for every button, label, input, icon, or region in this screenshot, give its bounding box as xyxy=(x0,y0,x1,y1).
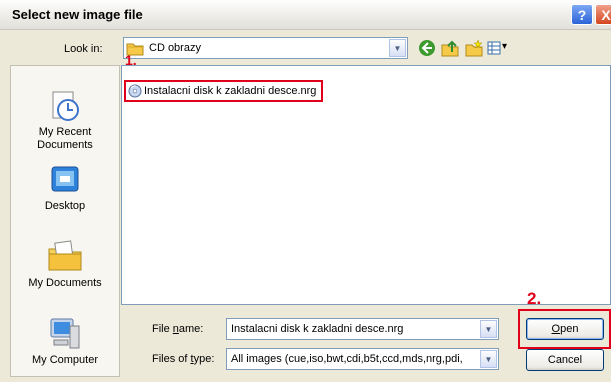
file-name: Instalacni disk k zakladni desce.nrg xyxy=(144,85,317,97)
disc-image-icon xyxy=(128,84,142,98)
my-computer-icon xyxy=(50,318,80,349)
files-of-type-value: All images (cue,iso,bwt,cdi,b5t,ccd,mds,… xyxy=(231,353,463,365)
place-my-computer[interactable]: My Computer xyxy=(11,316,119,367)
file-name-value: Instalacni disk k zakladni desce.nrg xyxy=(231,323,404,335)
recent-documents-icon xyxy=(52,91,79,121)
places-bar: My Recent Documents Desktop My Documents xyxy=(10,65,120,377)
chevron-down-icon[interactable]: ▼ xyxy=(389,39,406,57)
place-label: My Recent Documents xyxy=(37,126,93,151)
look-in-value: CD obrazy xyxy=(149,42,201,54)
chevron-down-icon[interactable]: ▼ xyxy=(480,350,497,368)
new-folder-icon[interactable] xyxy=(465,39,483,57)
close-button[interactable]: X xyxy=(595,4,611,25)
step-2-marker: 2. xyxy=(527,289,542,308)
up-folder-icon[interactable] xyxy=(441,39,459,57)
step-1-marker: 1. xyxy=(125,52,137,68)
place-my-recent-documents[interactable]: My Recent Documents xyxy=(11,90,119,152)
chevron-down-icon[interactable]: ▼ xyxy=(480,320,497,338)
place-my-documents[interactable]: My Documents xyxy=(11,239,119,290)
dialog-title: Select new image file xyxy=(12,7,143,22)
title-bar[interactable]: Select new image file ? X xyxy=(0,0,611,30)
my-documents-icon xyxy=(48,240,82,271)
file-name-input[interactable]: Instalacni disk k zakladni desce.nrg ▼ xyxy=(226,318,499,340)
file-item[interactable]: Instalacni disk k zakladni desce.nrg xyxy=(124,80,324,102)
place-label: Desktop xyxy=(44,200,86,212)
files-of-type-label: Files of type: xyxy=(152,353,215,365)
place-label: My Documents xyxy=(28,277,102,289)
cancel-button[interactable]: Cancel xyxy=(526,349,604,371)
help-button[interactable]: ? xyxy=(571,4,593,25)
back-icon[interactable] xyxy=(418,39,436,57)
file-name-label: File name: xyxy=(152,323,204,335)
place-label: My Computer xyxy=(31,354,99,366)
look-in-dropdown[interactable]: CD obrazy ▼ xyxy=(123,37,408,59)
place-desktop[interactable]: Desktop xyxy=(11,164,119,213)
desktop-icon xyxy=(51,166,79,192)
open-button[interactable]: Open xyxy=(526,318,604,340)
select-image-dialog: Select new image file ? X Look in: CD ob… xyxy=(0,0,611,382)
file-list[interactable]: Instalacni disk k zakladni desce.nrg xyxy=(121,65,611,305)
view-menu-icon[interactable] xyxy=(487,39,501,57)
files-of-type-dropdown[interactable]: All images (cue,iso,bwt,cdi,b5t,ccd,mds,… xyxy=(226,348,499,370)
view-menu-arrow-icon[interactable]: ▾ xyxy=(502,41,507,52)
look-in-label: Look in: xyxy=(64,43,103,55)
